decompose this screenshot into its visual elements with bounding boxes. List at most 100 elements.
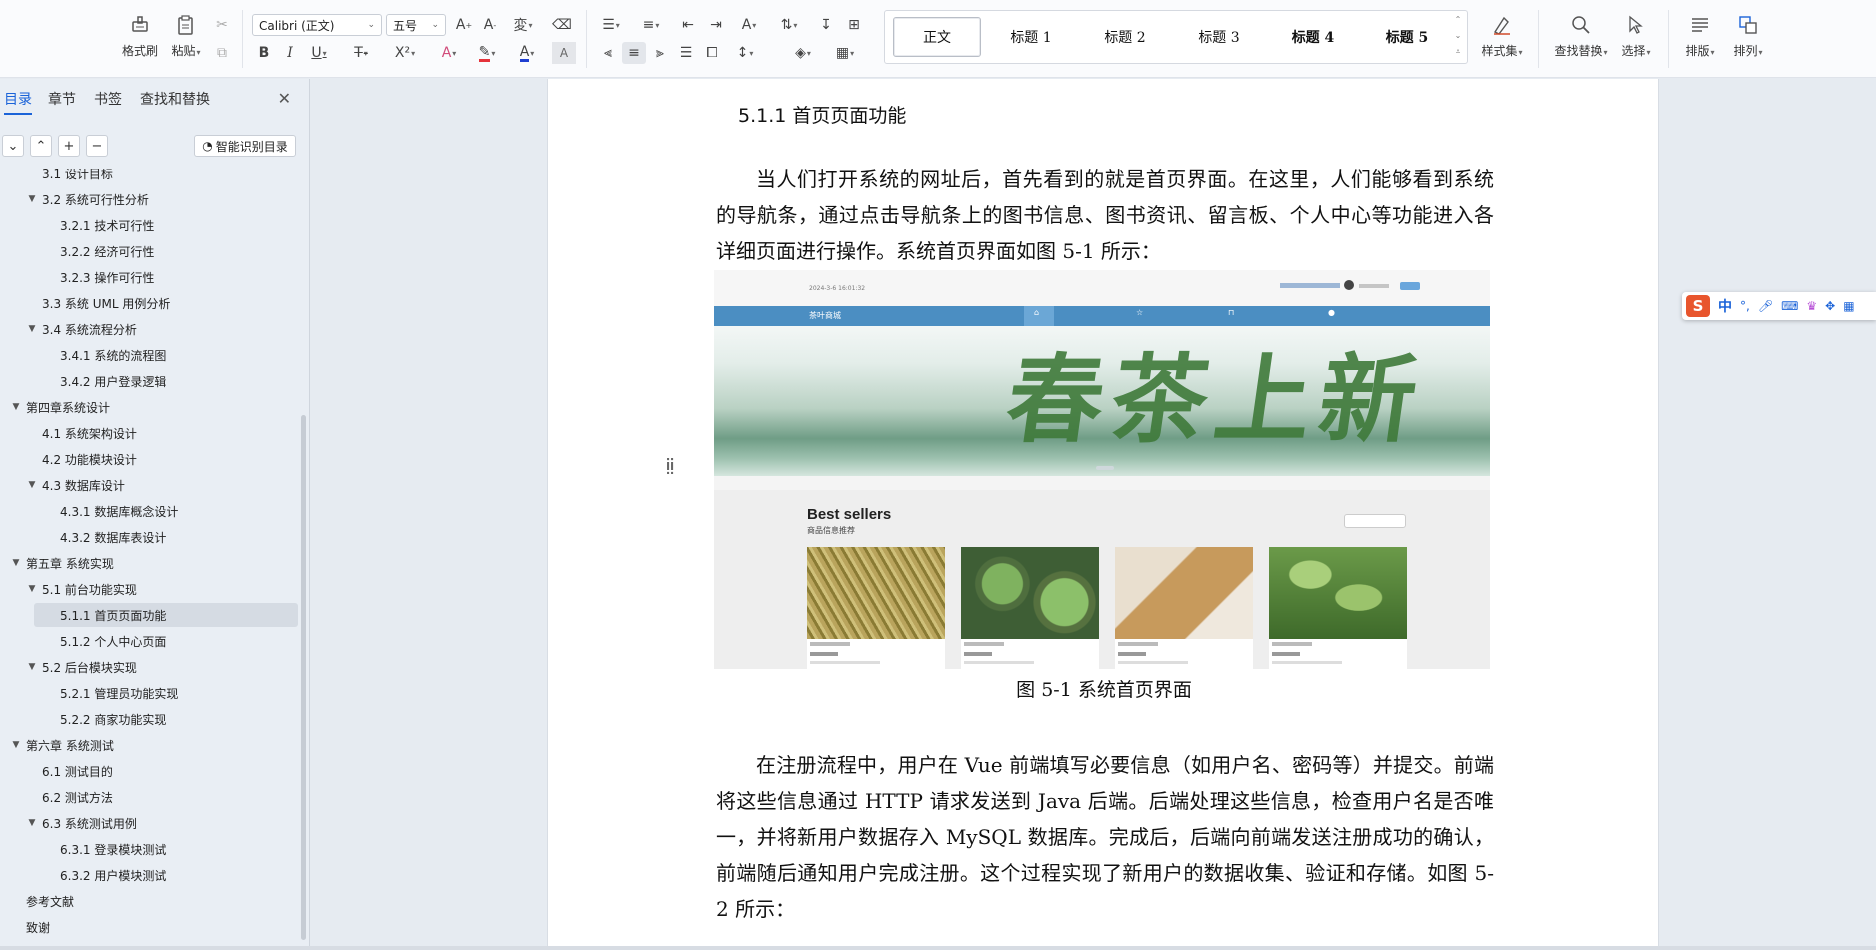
microphone-icon[interactable]: 🎤︎ bbox=[1758, 299, 1773, 313]
toc-item[interactable]: 3.2.1 技术可行性 bbox=[0, 213, 298, 237]
expand-triangle-icon[interactable]: ▼ bbox=[10, 402, 22, 412]
shading-icon[interactable]: ◈ ▾ bbox=[788, 42, 818, 64]
expand-triangle-icon[interactable]: ▼ bbox=[10, 740, 22, 750]
select-button[interactable]: 选择▾ bbox=[1614, 6, 1658, 64]
tab-bookmarks[interactable]: 书签 bbox=[94, 89, 122, 109]
toc-item[interactable]: 6.2 测试方法 bbox=[0, 785, 298, 809]
toc-item[interactable]: ▼ 5.1 前台功能实现 bbox=[0, 577, 298, 601]
expand-triangle-icon[interactable]: ▼ bbox=[26, 584, 38, 594]
expand-triangle-icon[interactable]: ▼ bbox=[26, 324, 38, 334]
numbered-list-icon[interactable]: ≡ ▾ bbox=[636, 14, 666, 36]
distributed-icon[interactable]: ⧠ bbox=[700, 42, 724, 64]
toc-item[interactable]: 5.2.2 商家功能实现 bbox=[0, 707, 298, 731]
menu-icon[interactable]: ▦ bbox=[1843, 299, 1854, 313]
figure-screenshot[interactable]: 2024-3-6 16:01:32 茶叶商城 ⌂ ☆ ⊓ ● 春茶上新 Best… bbox=[714, 270, 1490, 669]
strikethrough-icon[interactable]: T ▾ bbox=[346, 42, 376, 64]
format-painter-button[interactable]: 格式刷 bbox=[118, 6, 162, 64]
tab-find-replace[interactable]: 查找和替换 bbox=[140, 89, 210, 109]
ime-mode-toggle[interactable]: 中 bbox=[1718, 296, 1732, 316]
decrease-indent-icon[interactable]: ⇤ bbox=[676, 14, 700, 36]
style-heading-3[interactable]: 标题 3 bbox=[1175, 17, 1263, 57]
toc-item[interactable]: 参考文献 bbox=[0, 889, 298, 913]
highlight-icon[interactable]: ✎ ▾ bbox=[472, 42, 502, 64]
toc-item[interactable]: 3.3 系统 UML 用例分析 bbox=[0, 291, 298, 315]
justify-icon[interactable]: ☰ bbox=[674, 42, 698, 64]
remove-heading-icon[interactable]: − bbox=[86, 135, 108, 157]
copy-icon[interactable]: ⧉ bbox=[210, 42, 234, 64]
toc-item[interactable]: ▼ 4.3 数据库设计 bbox=[0, 473, 298, 497]
expand-triangle-icon[interactable]: ▼ bbox=[26, 480, 38, 490]
font-size-select[interactable]: 五号 ⌄ bbox=[386, 14, 446, 36]
borders-icon[interactable]: ▦ ▾ bbox=[830, 42, 860, 64]
find-replace-button[interactable]: 查找替换▾ bbox=[1552, 6, 1610, 64]
toc-item[interactable]: 4.1 系统架构设计 bbox=[0, 421, 298, 445]
toc-item[interactable]: 4.2 功能模块设计 bbox=[0, 447, 298, 471]
collapse-down-icon[interactable]: ⌄ bbox=[2, 135, 24, 157]
gamepad-icon[interactable]: ✥ bbox=[1825, 299, 1835, 313]
cut-icon[interactable]: ✂ bbox=[210, 14, 234, 36]
toc-item[interactable]: 3.4.2 用户登录逻辑 bbox=[0, 369, 298, 393]
toc-item[interactable]: 5.2.1 管理员功能实现 bbox=[0, 681, 298, 705]
toc-item[interactable]: 致谢 bbox=[0, 915, 298, 939]
add-heading-icon[interactable]: + bbox=[58, 135, 80, 157]
style-heading-4[interactable]: 标题 4 bbox=[1269, 17, 1357, 57]
increase-indent-icon[interactable]: ⇥ bbox=[704, 14, 728, 36]
toc-item[interactable]: ▼ 6.3 系统测试用例 bbox=[0, 811, 298, 835]
bullet-list-icon[interactable]: ☰ ▾ bbox=[596, 14, 626, 36]
punctuation-icon[interactable]: °, bbox=[1740, 299, 1750, 313]
style-heading-1[interactable]: 标题 1 bbox=[987, 17, 1075, 57]
font-color-icon[interactable]: A ▾ bbox=[512, 42, 542, 64]
skin-icon[interactable]: ♛ bbox=[1806, 299, 1817, 313]
bold-icon[interactable]: B bbox=[252, 42, 276, 64]
toc-item[interactable]: ▼ 第四章系统设计 bbox=[0, 395, 298, 419]
style-set-button[interactable]: 样式集▾ bbox=[1478, 6, 1526, 64]
collapse-up-icon[interactable]: ⌃ bbox=[30, 135, 52, 157]
table-icon[interactable]: ⊞ bbox=[842, 14, 866, 36]
sort-az-icon[interactable]: ↧ bbox=[814, 14, 838, 36]
align-left-icon[interactable]: ⫷ bbox=[596, 42, 620, 64]
align-right-icon[interactable]: ⫸ bbox=[648, 42, 672, 64]
font-name-select[interactable]: Calibri (正文) ⌄ bbox=[252, 14, 382, 36]
clear-format-icon[interactable]: ⌫ bbox=[550, 14, 574, 36]
toc-item[interactable]: 6.1 测试目的 bbox=[0, 759, 298, 783]
horizontal-scrollbar[interactable] bbox=[0, 946, 1876, 950]
expand-triangle-icon[interactable]: ▼ bbox=[10, 558, 22, 568]
close-icon[interactable]: ✕ bbox=[278, 89, 291, 108]
expand-triangle-icon[interactable]: ▼ bbox=[26, 662, 38, 672]
style-normal[interactable]: 正文 bbox=[893, 17, 981, 57]
ime-toolbar[interactable]: S 中 °, 🎤︎ ⌨ ♛ ✥ ▦ bbox=[1682, 292, 1876, 320]
scroll-down-icon[interactable]: ⌄ bbox=[1451, 31, 1465, 43]
expand-triangle-icon[interactable]: ▼ bbox=[26, 818, 38, 828]
italic-icon[interactable]: I bbox=[278, 42, 302, 64]
superscript-icon[interactable]: X² ▾ bbox=[390, 42, 420, 64]
toc-item[interactable]: 3.4.1 系统的流程图 bbox=[0, 343, 298, 367]
toc-item[interactable]: 3.2.2 经济可行性 bbox=[0, 239, 298, 263]
toc-item[interactable]: 6.3.2 用户模块测试 bbox=[0, 863, 298, 887]
paste-button[interactable]: 粘贴▾ bbox=[164, 6, 208, 64]
toc-item[interactable]: ▼ 3.2 系统可行性分析 bbox=[0, 187, 298, 211]
toc-item[interactable]: 5.1.2 个人中心页面 bbox=[0, 629, 298, 653]
tab-sections[interactable]: 章节 bbox=[48, 89, 76, 109]
tab-toc[interactable]: 目录 bbox=[4, 89, 32, 115]
nav-scrollbar[interactable] bbox=[301, 415, 306, 940]
toc-item[interactable]: 5.1.1 首页页面功能 bbox=[34, 603, 298, 627]
layout-button[interactable]: 排版▾ bbox=[1678, 6, 1722, 64]
smart-toc-button[interactable]: ◔ 智能识别目录 bbox=[194, 135, 296, 157]
char-shading-icon[interactable]: A bbox=[552, 42, 576, 64]
toc-item[interactable]: ▼ 第六章 系统测试 bbox=[0, 733, 298, 757]
line-spacing-icon[interactable]: ↕ ▾ bbox=[730, 42, 760, 64]
sort-icon[interactable]: ⇅ ▾ bbox=[774, 14, 804, 36]
toc-item[interactable]: 6.3.1 登录模块测试 bbox=[0, 837, 298, 861]
drag-handle-icon[interactable]: ⠿ ⠿ bbox=[665, 458, 675, 478]
shrink-font-icon[interactable]: A- bbox=[478, 14, 502, 36]
phonetic-guide-icon[interactable]: 変 ▾ bbox=[508, 14, 538, 36]
grow-font-icon[interactable]: A + bbox=[452, 14, 476, 36]
expand-gallery-icon[interactable]: ⩡ bbox=[1451, 47, 1465, 59]
toc-item[interactable]: ▼ 3.4 系统流程分析 bbox=[0, 317, 298, 341]
ime-logo-icon[interactable]: S bbox=[1686, 295, 1710, 317]
toc-item[interactable]: ▼ 5.2 后台模块实现 bbox=[0, 655, 298, 679]
toc-item[interactable]: 3.1 设计目标 bbox=[0, 169, 298, 185]
style-heading-5[interactable]: 标题 5 bbox=[1363, 17, 1451, 57]
text-direction-icon[interactable]: A ▾ bbox=[734, 14, 764, 36]
toc-item[interactable]: ▼ 第五章 系统实现 bbox=[0, 551, 298, 575]
